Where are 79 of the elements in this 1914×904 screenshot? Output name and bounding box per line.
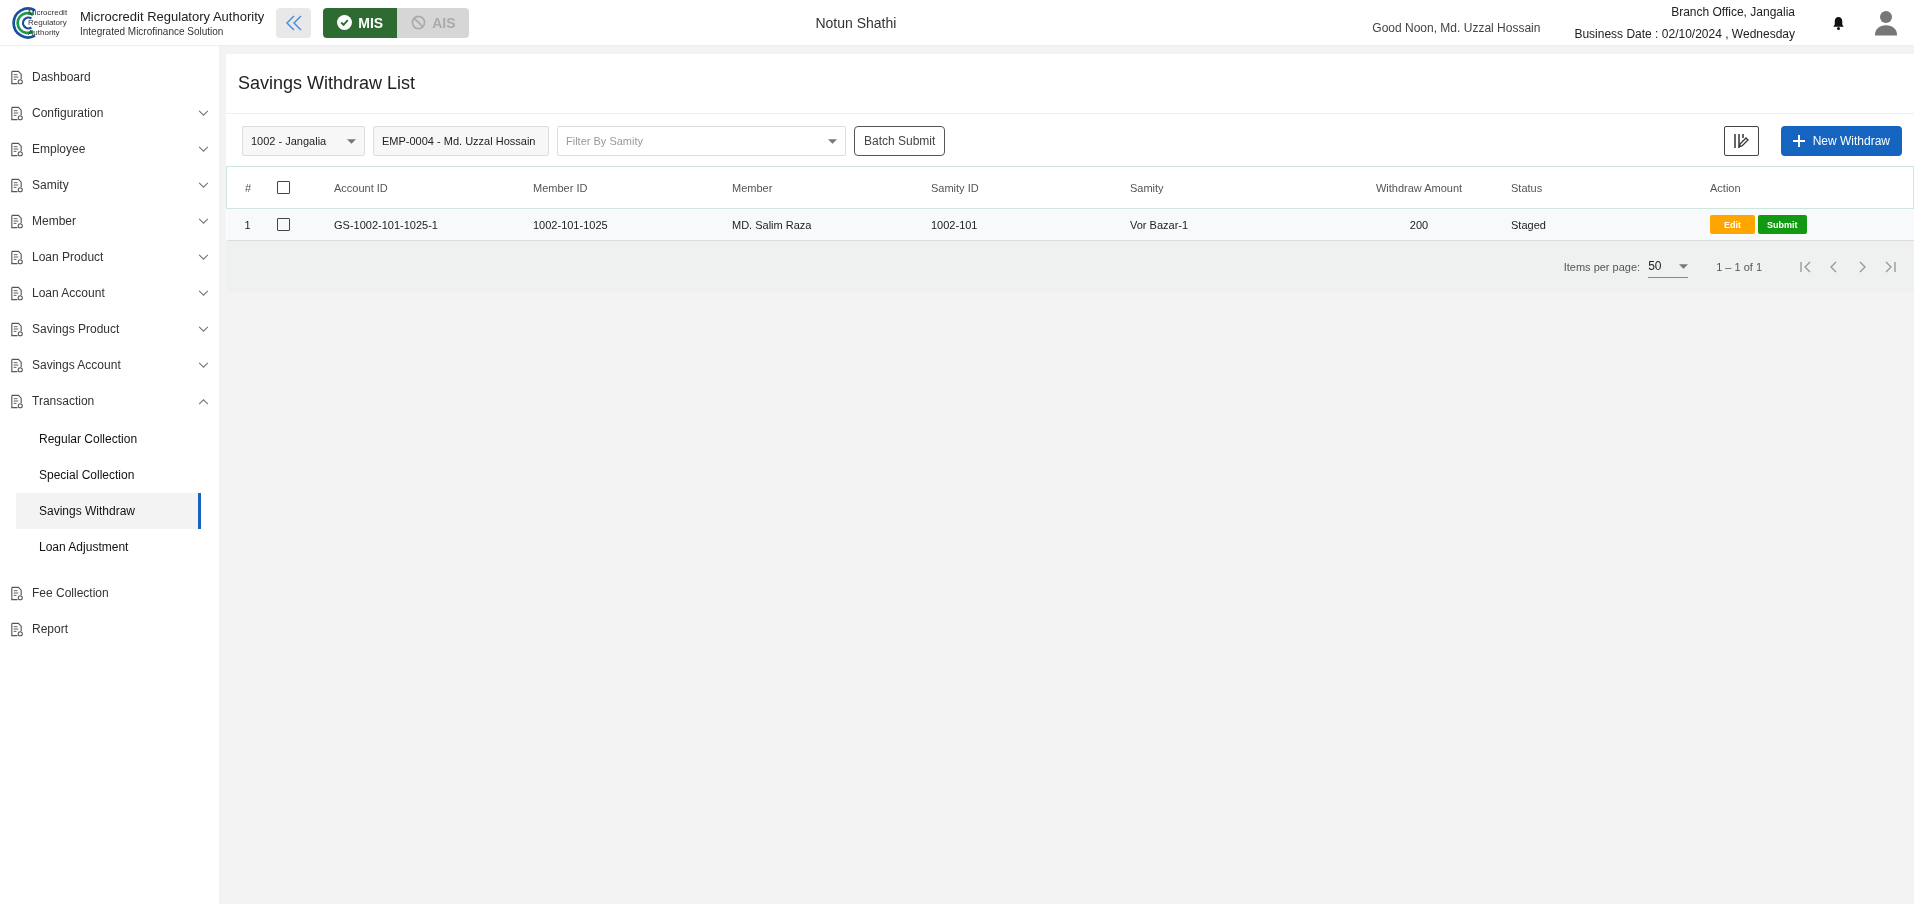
document-icon xyxy=(9,585,24,601)
org-subtitle: Integrated Microfinance Solution xyxy=(80,25,225,37)
sidebar-item[interactable]: Configuration xyxy=(0,95,219,131)
document-icon xyxy=(9,69,24,85)
sidebar-item[interactable]: Employee xyxy=(0,131,219,167)
status-text: Staged xyxy=(1511,218,1546,231)
app-name: Notun Shathi xyxy=(814,14,898,31)
sidebar-item[interactable]: Report xyxy=(0,611,219,647)
document-icon xyxy=(9,621,24,637)
branch-select[interactable]: 1002 - Jangalia xyxy=(242,126,365,156)
column-header: Samity ID xyxy=(931,181,979,194)
logo-text: Regulatory xyxy=(28,17,68,28)
sidebar-item[interactable]: Transaction xyxy=(0,383,219,419)
plus-icon xyxy=(1792,135,1805,147)
sidebar-subitem[interactable]: Savings Withdraw xyxy=(16,493,201,529)
sidebar-item[interactable]: Loan Product xyxy=(0,239,219,275)
dropdown-caret-icon xyxy=(1679,263,1689,269)
logo-text: Microcredit xyxy=(28,7,68,18)
greeting: Good Noon, Md. Uzzal Hossain xyxy=(1372,21,1541,35)
table-cell: 1 xyxy=(226,208,276,241)
column-header: Member ID xyxy=(533,181,588,194)
page-title: Savings Withdraw List xyxy=(238,73,416,94)
employee-select[interactable]: EMP-0004 - Md. Uzzal Hossain xyxy=(373,126,549,156)
document-icon xyxy=(9,285,24,301)
sidebar-item[interactable]: Savings Product xyxy=(0,311,219,347)
column-header: Withdraw Amount xyxy=(1375,181,1463,194)
column-header: Action xyxy=(1710,181,1741,194)
module-tab[interactable]: MIS xyxy=(323,7,398,38)
double-chevron-left-icon xyxy=(283,14,304,31)
column-header: # xyxy=(226,166,276,209)
new-withdraw-button[interactable]: New Withdraw xyxy=(1780,126,1902,156)
column-header: Status xyxy=(1511,181,1543,194)
blocked-icon xyxy=(411,15,427,30)
document-icon xyxy=(9,321,24,337)
sidebar-item[interactable]: Member xyxy=(0,203,219,239)
sidebar-subitem[interactable]: Regular Collection xyxy=(16,421,201,457)
table-cell: 200 xyxy=(1409,218,1429,231)
document-icon xyxy=(9,249,24,265)
page-size-select[interactable]: 50 xyxy=(1648,255,1689,278)
table-cell: GS-1002-101-1025-1 xyxy=(334,218,438,231)
table-cell: 1002-101-1025 xyxy=(533,218,608,231)
dropdown-caret-icon xyxy=(828,138,837,144)
column-header: Member xyxy=(732,181,773,194)
row-checkbox[interactable] xyxy=(277,218,290,232)
batch-submit-button[interactable]: Batch Submit xyxy=(854,126,946,156)
notification-bell-icon[interactable] xyxy=(1831,14,1846,31)
table-cell: Vor Bazar-1 xyxy=(1130,218,1189,231)
items-per-page-label: Items per page: xyxy=(1563,260,1641,273)
first-page-icon xyxy=(1799,259,1813,274)
table-cell: MD. Salim Raza xyxy=(732,218,812,231)
dropdown-caret-icon xyxy=(347,138,356,144)
sidebar-item[interactable]: Savings Account xyxy=(0,347,219,383)
check-circle-icon xyxy=(337,15,353,30)
last-page-icon xyxy=(1883,259,1897,274)
sidebar-subitem[interactable]: Loan Adjustment xyxy=(16,529,201,565)
table-cell: 1002-101 xyxy=(931,218,978,231)
column-settings-button[interactable] xyxy=(1723,126,1759,156)
document-icon xyxy=(9,393,24,409)
sidebar-item[interactable]: Loan Account xyxy=(0,275,219,311)
page-range: 1 – 1 of 1 xyxy=(1716,260,1762,273)
submit-button[interactable]: Submit xyxy=(1758,215,1807,234)
branch-name: Branch Office, Jangalia xyxy=(1671,4,1795,19)
org-name: Microcredit Regulatory Authority xyxy=(80,8,265,24)
document-icon xyxy=(9,177,24,193)
logo-text: Authority xyxy=(28,27,61,38)
sidebar-subitem[interactable]: Special Collection xyxy=(16,457,201,493)
sidebar-item[interactable]: Dashboard xyxy=(0,59,219,95)
document-icon xyxy=(9,213,24,229)
sidebar-item[interactable]: Fee Collection xyxy=(0,575,219,611)
document-icon xyxy=(9,105,24,121)
select-all-checkbox[interactable] xyxy=(277,181,290,195)
sidebar-item[interactable]: Samity xyxy=(0,167,219,203)
business-date: Business Date : 02/10/2024 , Wednesday xyxy=(1574,26,1795,41)
collapse-sidebar-button[interactable] xyxy=(276,7,312,38)
document-icon xyxy=(9,357,24,373)
document-icon xyxy=(9,141,24,157)
user-avatar-icon[interactable] xyxy=(1874,9,1898,36)
column-header: Samity xyxy=(1130,181,1164,194)
column-header: Account ID xyxy=(334,181,388,194)
